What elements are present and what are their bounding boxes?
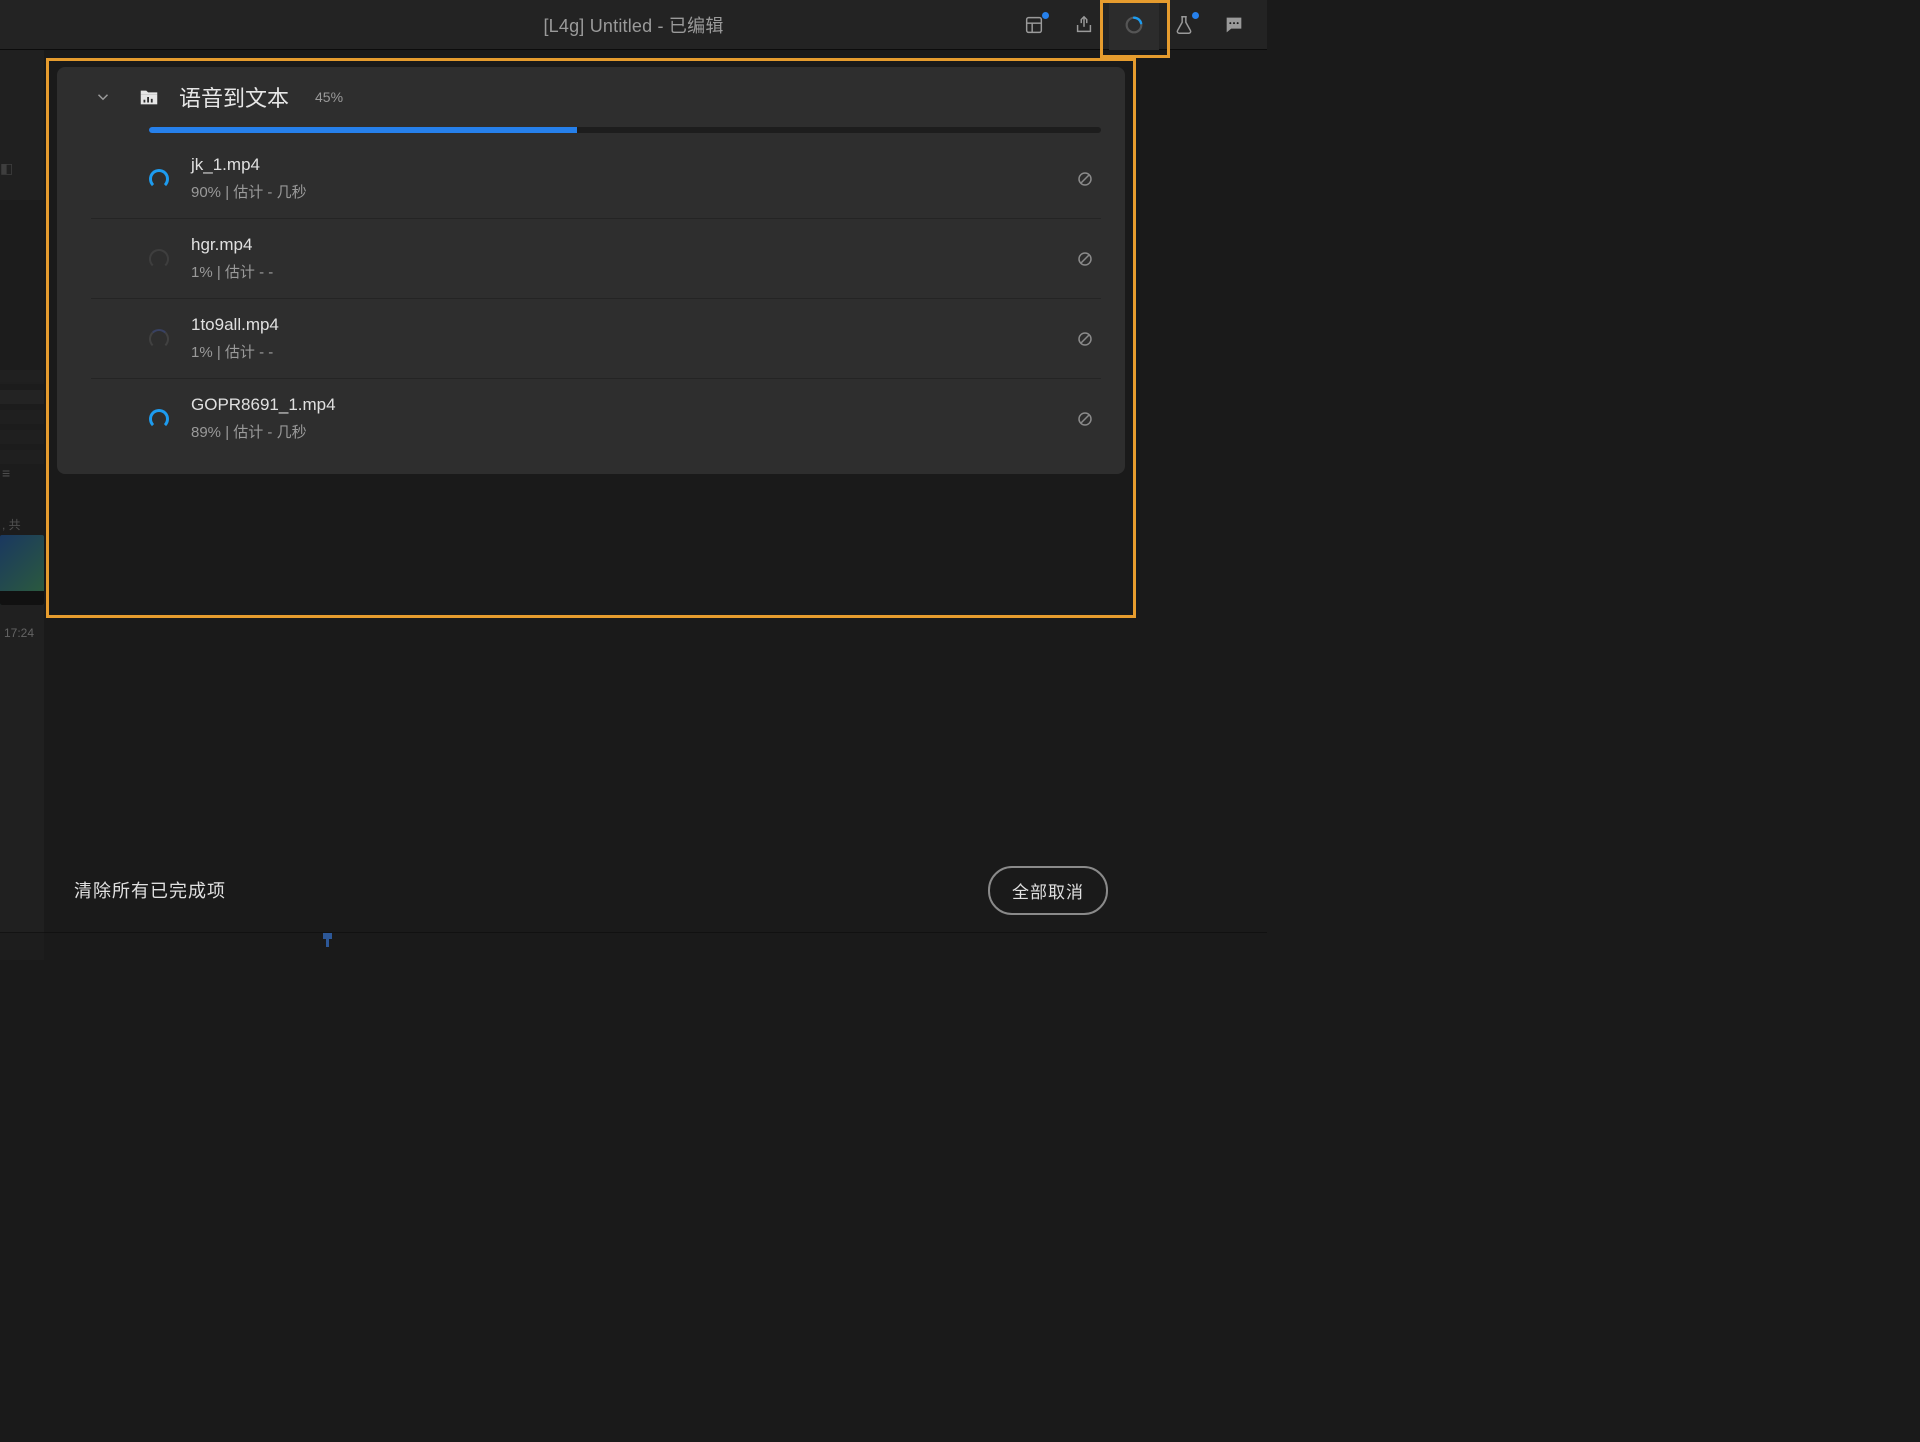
topbar-icons [1009, 0, 1259, 50]
window-title: [L4g] Untitled - 已编辑 [543, 12, 723, 38]
cancel-item-button[interactable] [1073, 167, 1097, 191]
timeline-strip [0, 932, 1267, 960]
title-bar: [L4g] Untitled - 已编辑 [0, 0, 1267, 50]
spinner-icon [149, 329, 169, 349]
chart-folder-icon [137, 86, 161, 108]
progress-item: jk_1.mp4 90% | 估计 - 几秒 [91, 139, 1101, 218]
progress-ring-icon [1123, 14, 1145, 36]
task-percent: 45% [315, 89, 343, 105]
progress-items: jk_1.mp490% | 估计 - 几秒hgr.mp41% | 估计 - -1… [91, 139, 1101, 458]
progress-item-text: jk_1.mp4 90% | 估计 - 几秒 [191, 155, 1051, 202]
cancel-all-button[interactable]: 全部取消 [988, 866, 1108, 915]
progress-item: hgr.mp4 1% | 估计 - - [91, 218, 1101, 298]
progress-popover-highlight: 语音到文本 45% jk_1.mp4 90% | 估计 - 几秒 hgr.mp4 1%… [46, 58, 1136, 618]
progress-item-name: 1to9all.mp4 [191, 315, 1051, 335]
left-bars [0, 370, 44, 464]
clip-thumbnail[interactable]: ▦ ⇥ [0, 535, 44, 605]
cancel-icon [1076, 330, 1094, 348]
progress-item-name: hgr.mp4 [191, 235, 1051, 255]
chat-icon [1223, 14, 1245, 36]
cancel-item-button[interactable] [1073, 247, 1097, 271]
notification-dot [1192, 12, 1199, 19]
workspace-button[interactable] [1009, 0, 1059, 50]
popover-footer: 清除所有已完成项 全部取消 [46, 866, 1136, 914]
left-timecode: 17:24 [4, 626, 34, 640]
progress-item-sub: 89% | 估计 - 几秒 [191, 421, 1051, 442]
spinner-icon [149, 409, 169, 429]
beaker-button[interactable] [1159, 0, 1209, 50]
progress-item-text: GOPR8691_1.mp4 89% | 估计 - 几秒 [191, 395, 1051, 442]
progress-item: GOPR8691_1.mp4 89% | 估计 - 几秒 [91, 378, 1101, 458]
clip-badges: ▦ ⇥ [1, 593, 23, 604]
chevron-down-icon [94, 88, 112, 106]
hamburger-icon[interactable]: ≡ [2, 465, 10, 481]
task-title: 语音到文本 [179, 81, 289, 113]
overall-progress-fill [149, 127, 577, 133]
progress-item-sub: 1% | 估计 - - [191, 341, 1051, 362]
share-icon [1073, 14, 1095, 36]
progress-item-text: 1to9all.mp4 1% | 估计 - - [191, 315, 1051, 362]
progress-card: 语音到文本 45% jk_1.mp4 90% | 估计 - 几秒 hgr.mp4 1%… [57, 67, 1125, 474]
progress-item-text: hgr.mp4 1% | 估计 - - [191, 235, 1051, 282]
cancel-item-button[interactable] [1073, 327, 1097, 351]
panel-glyph: ◧ [0, 160, 16, 176]
cancel-icon [1076, 410, 1094, 428]
collapse-toggle[interactable] [91, 85, 115, 109]
progress-item-sub: 1% | 估计 - - [191, 261, 1051, 282]
progress-item-name: GOPR8691_1.mp4 [191, 395, 1051, 415]
notification-dot [1042, 12, 1049, 19]
progress-item-name: jk_1.mp4 [191, 155, 1051, 175]
task-icon [137, 86, 161, 108]
spinner-icon [149, 169, 169, 189]
progress-item: 1to9all.mp4 1% | 估计 - - [91, 298, 1101, 378]
left-panel-partial: ◧ ≡ , 共 ▦ ⇥ 17:24 [0, 50, 44, 960]
overall-progress [149, 127, 1101, 133]
spinner-icon [149, 249, 169, 269]
cancel-item-button[interactable] [1073, 407, 1097, 431]
share-button[interactable] [1059, 0, 1109, 50]
chat-button[interactable] [1209, 0, 1259, 50]
progress-item-sub: 90% | 估计 - 几秒 [191, 181, 1051, 202]
playhead-marker[interactable] [326, 933, 329, 947]
progress-header: 语音到文本 45% [91, 81, 1101, 113]
progress-button[interactable] [1109, 0, 1159, 50]
cancel-icon [1076, 250, 1094, 268]
cancel-icon [1076, 170, 1094, 188]
clear-completed-link[interactable]: 清除所有已完成项 [74, 877, 226, 903]
left-ctx-text: , 共 [2, 518, 21, 532]
